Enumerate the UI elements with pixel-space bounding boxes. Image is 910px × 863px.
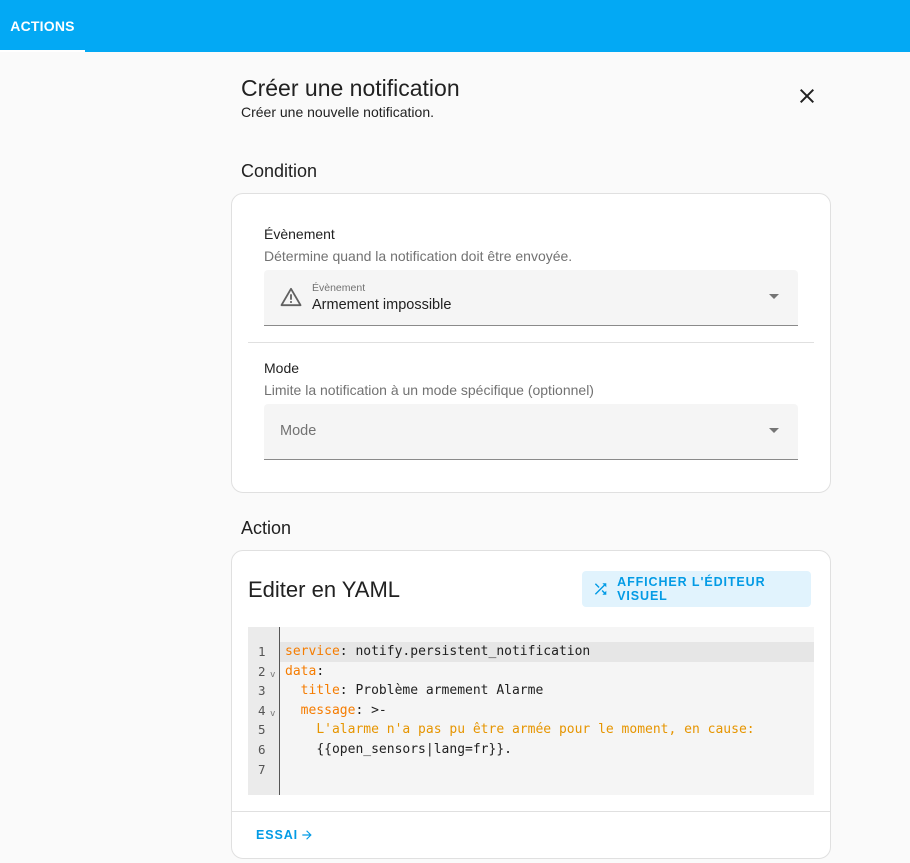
yaml-key: title bbox=[300, 683, 340, 699]
top-app-bar: ACTIONS bbox=[0, 0, 910, 52]
line-number: 3 bbox=[258, 683, 266, 699]
line-number: 6 bbox=[258, 742, 266, 757]
yaml-key: data bbox=[285, 663, 317, 679]
condition-section-title: Condition bbox=[241, 161, 318, 181]
line-number: 1 bbox=[258, 644, 266, 659]
show-visual-editor-label: AFFICHER L'ÉDITEUR VISUEL bbox=[617, 575, 766, 603]
code-line: 1 service: notify.persistent_notification bbox=[248, 642, 814, 662]
show-visual-editor-button[interactable]: AFFICHER L'ÉDITEUR VISUEL bbox=[582, 571, 811, 607]
code-text: L'alarme n'a pas pu être armée pour le m… bbox=[285, 720, 755, 740]
code-line: 6 {{open_sensors|lang=fr}}. bbox=[248, 740, 814, 760]
event-select[interactable]: Évènement Armement impossible bbox=[264, 270, 798, 326]
line-number: 7 bbox=[258, 761, 266, 777]
line-number: 2 bbox=[258, 663, 266, 679]
code-text: {{open_sensors|lang=fr}}. bbox=[316, 742, 512, 757]
yaml-code-editor[interactable]: 1 service: notify.persistent_notification… bbox=[248, 627, 814, 795]
code-text: data: bbox=[285, 663, 325, 679]
event-select-value: Armement impossible bbox=[312, 297, 452, 313]
code-text: message: >- bbox=[300, 702, 387, 718]
tab-actions[interactable]: ACTIONS bbox=[0, 0, 85, 52]
line-number: 4 bbox=[258, 702, 266, 718]
condition-card: Évènement Détermine quand la notificatio… bbox=[231, 193, 831, 493]
mode-description: Limite la notification à un mode spécifi… bbox=[264, 382, 594, 398]
run-button-label: ESSAI bbox=[256, 828, 299, 842]
code-line: 7 bbox=[248, 760, 814, 780]
arrow-right-icon bbox=[302, 830, 312, 840]
event-label: Évènement bbox=[264, 226, 335, 242]
run-button[interactable]: ESSAI bbox=[256, 828, 314, 842]
close-icon[interactable] bbox=[795, 84, 819, 108]
yaml-string: L'alarme n'a pas pu être armée pour le m… bbox=[316, 722, 755, 738]
mode-select[interactable]: Mode bbox=[264, 404, 798, 460]
mode-label: Mode bbox=[264, 360, 300, 376]
dialog-title: Créer une notification bbox=[241, 75, 460, 101]
code-line: 2 v data: bbox=[248, 662, 814, 682]
code-text: title: Problème armement Alarme bbox=[300, 683, 544, 699]
dropdown-arrow-icon bbox=[769, 428, 779, 433]
code-line: 4v message: >- bbox=[248, 701, 814, 721]
tab-active-indicator bbox=[0, 50, 85, 52]
card-footer-divider bbox=[232, 811, 830, 812]
yaml-key: message bbox=[300, 702, 356, 718]
mode-select-placeholder: Mode bbox=[280, 423, 317, 439]
line-number: 5 bbox=[258, 722, 266, 738]
divider bbox=[248, 342, 814, 343]
dropdown-arrow-icon bbox=[769, 294, 779, 299]
yaml-key: service bbox=[285, 644, 340, 659]
code-text: service: notify.persistent_notification bbox=[285, 644, 591, 659]
dialog-subtitle: Créer une nouvelle notification. bbox=[241, 104, 435, 120]
shuffle-icon bbox=[594, 583, 607, 595]
action-section-title: Action bbox=[241, 518, 292, 538]
code-line: 3 title: Problème armement Alarme bbox=[248, 681, 814, 701]
warning-icon bbox=[280, 287, 302, 307]
yaml-editor-title: Editer en YAML bbox=[248, 577, 401, 602]
action-card: Editer en YAML AFFICHER L'ÉDITEUR VISUEL… bbox=[231, 550, 831, 859]
event-select-floating-label: Évènement bbox=[312, 282, 366, 294]
tab-actions-label: ACTIONS bbox=[10, 18, 75, 34]
code-line: 5 L'alarme n'a pas pu être armée pour le… bbox=[248, 720, 814, 740]
event-description: Détermine quand la notification doit êtr… bbox=[264, 248, 573, 264]
